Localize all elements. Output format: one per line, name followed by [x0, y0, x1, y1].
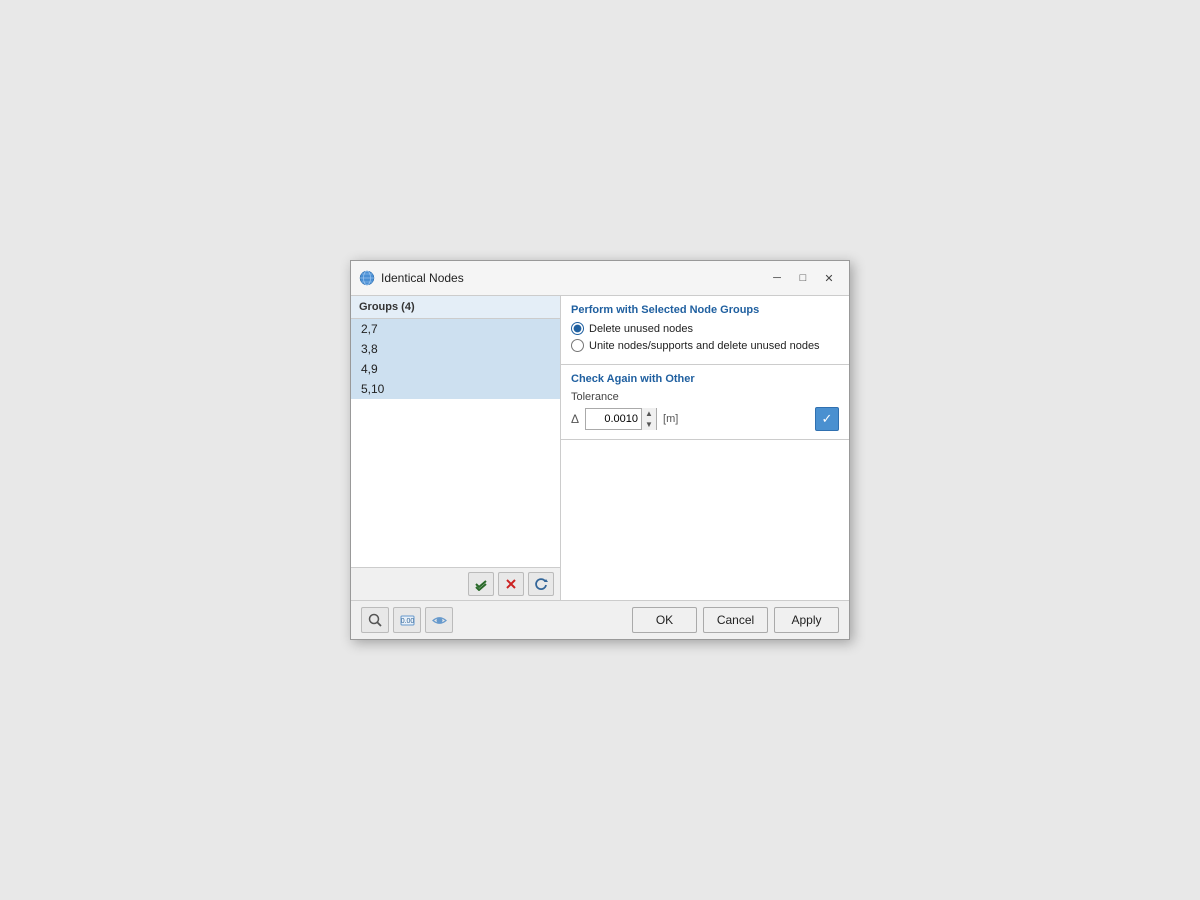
radio-delete-label: Delete unused nodes: [589, 323, 693, 335]
groups-header: Groups (4): [351, 296, 560, 319]
ok-button[interactable]: OK: [632, 607, 697, 633]
svg-text:0.00: 0.00: [400, 618, 414, 625]
select-all-button[interactable]: [468, 572, 494, 596]
spin-up-button[interactable]: ▲: [642, 408, 656, 419]
bottom-bar-buttons: OK Cancel Apply: [632, 607, 839, 633]
right-content-area: [561, 440, 849, 600]
radio-unite[interactable]: Unite nodes/supports and delete unused n…: [571, 339, 839, 352]
perform-section: Perform with Selected Node Groups Delete…: [561, 296, 849, 365]
group-item-4[interactable]: 5,10: [351, 379, 560, 399]
minimize-button[interactable]: ─: [765, 267, 789, 289]
delta-symbol: Δ: [571, 412, 579, 426]
cancel-button[interactable]: Cancel: [703, 607, 768, 633]
tolerance-input[interactable]: [586, 409, 641, 429]
left-toolbar: [351, 567, 560, 600]
check-again-title: Check Again with Other: [571, 373, 839, 385]
left-panel: Groups (4) 2,7 3,8 4,9 5,10: [351, 296, 561, 600]
tolerance-input-wrap: ▲ ▼: [585, 408, 657, 430]
unit-label: [m]: [663, 413, 678, 425]
close-button[interactable]: ✕: [817, 267, 841, 289]
tolerance-row: Δ ▲ ▼ [m] ✓: [571, 407, 839, 431]
visibility-tool-button[interactable]: [425, 607, 453, 633]
bottom-bar: 0.00 OK Cancel Apply: [351, 600, 849, 639]
dialog-title: Identical Nodes: [381, 271, 759, 285]
deselect-button[interactable]: [498, 572, 524, 596]
right-panel: Perform with Selected Node Groups Delete…: [561, 296, 849, 600]
check-again-section: Check Again with Other Tolerance Δ ▲ ▼ […: [561, 365, 849, 440]
spin-buttons: ▲ ▼: [641, 408, 656, 430]
radio-delete-unused[interactable]: Delete unused nodes: [571, 322, 839, 335]
search-tool-button[interactable]: [361, 607, 389, 633]
group-item-2[interactable]: 3,8: [351, 339, 560, 359]
spin-down-button[interactable]: ▼: [642, 419, 656, 430]
check-confirm-icon: ✓: [822, 411, 833, 427]
radio-delete-input[interactable]: [571, 322, 584, 335]
search-icon: [368, 613, 383, 628]
refresh-button[interactable]: [528, 572, 554, 596]
group-item-1[interactable]: 2,7: [351, 319, 560, 339]
window-controls: ─ □ ✕: [765, 267, 841, 289]
check-confirm-button[interactable]: ✓: [815, 407, 839, 431]
radio-unite-label: Unite nodes/supports and delete unused n…: [589, 340, 820, 352]
visibility-icon: [432, 613, 447, 628]
deselect-icon: [504, 577, 518, 591]
groups-list: 2,7 3,8 4,9 5,10: [351, 319, 560, 567]
refresh-icon: [534, 577, 548, 591]
tolerance-label: Tolerance: [571, 391, 839, 403]
numbering-tool-button[interactable]: 0.00: [393, 607, 421, 633]
radio-unite-input[interactable]: [571, 339, 584, 352]
perform-section-title: Perform with Selected Node Groups: [571, 304, 839, 316]
apply-button[interactable]: Apply: [774, 607, 839, 633]
maximize-button[interactable]: □: [791, 267, 815, 289]
title-bar: Identical Nodes ─ □ ✕: [351, 261, 849, 296]
select-all-icon: [474, 577, 488, 591]
bottom-bar-tools: 0.00: [361, 607, 626, 633]
group-item-3[interactable]: 4,9: [351, 359, 560, 379]
app-icon: [359, 270, 375, 286]
dialog-body: Groups (4) 2,7 3,8 4,9 5,10: [351, 296, 849, 600]
numbering-icon: 0.00: [400, 613, 415, 628]
identical-nodes-dialog: Identical Nodes ─ □ ✕ Groups (4) 2,7 3,8…: [350, 260, 850, 640]
